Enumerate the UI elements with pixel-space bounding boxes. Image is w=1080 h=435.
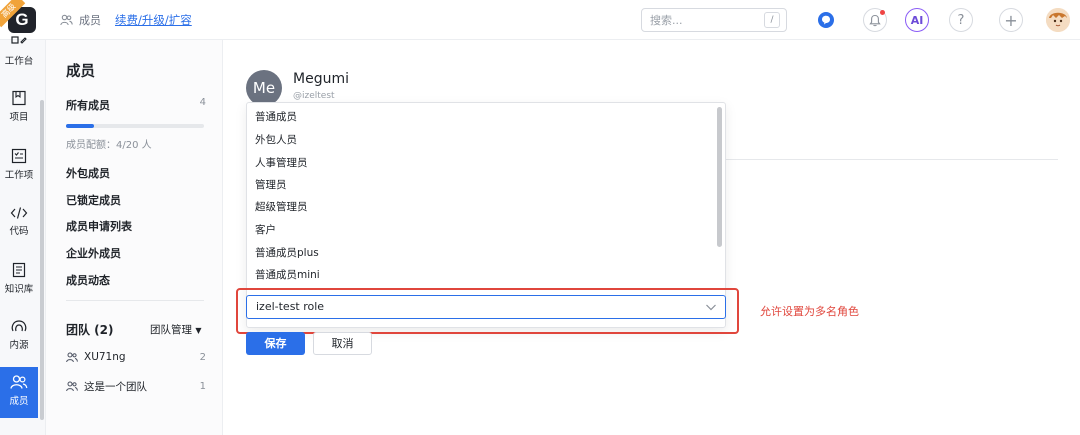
sidebar-item-locked[interactable]: 已锁定成员 [66, 192, 206, 208]
members-icon [60, 14, 73, 26]
team-icon [66, 352, 78, 362]
member-count: 4 [199, 97, 206, 108]
team-manage-label: 团队管理 [150, 324, 192, 336]
rail-item-workbench[interactable]: 工作台 [0, 36, 38, 67]
members-icon [10, 375, 28, 389]
notification-dot [880, 10, 885, 15]
help-icon[interactable]: ? [949, 8, 973, 32]
save-button[interactable]: 保存 [246, 332, 305, 355]
chat-icon[interactable] [814, 8, 838, 32]
innersource-icon [11, 320, 27, 332]
breadcrumb-current: 成员 [79, 14, 101, 27]
sidebar-item-label: 所有成员 [66, 99, 110, 112]
rail-label: 工作台 [4, 56, 34, 67]
team-item[interactable]: XU71ng 2 [66, 351, 206, 363]
team-item[interactable]: 这是一个团队 1 [66, 379, 206, 394]
user-avatar[interactable] [1046, 8, 1070, 32]
sidebar-item-external[interactable]: 企业外成员 [66, 245, 206, 261]
rail-label: 代码 [9, 226, 29, 237]
team-section-title: 团队 (2) [66, 323, 114, 337]
ai-assistant-button[interactable]: AI [905, 8, 929, 32]
search-input[interactable]: 搜索... / [641, 8, 787, 32]
add-icon[interactable]: + [999, 8, 1023, 32]
sidebar-item-outsourced[interactable]: 外包成员 [66, 165, 206, 181]
sidebar-item-all-members[interactable]: 所有成员 4 [66, 97, 206, 113]
member-detail-panel: Me Megumi @izeltest 普通成员 外包人员 人事管理员 管理员 … [224, 40, 1080, 435]
quota-progress-bar [66, 124, 204, 128]
team-name: 这是一个团队 [84, 381, 147, 393]
rail-label: 项目 [9, 112, 29, 123]
rail-label: 成员 [9, 396, 29, 407]
breadcrumb: 成员 续费/升级/扩容 [60, 11, 192, 29]
role-option[interactable]: 客户 [255, 222, 276, 237]
member-username: @izeltest [293, 91, 335, 101]
dropdown-scrollbar[interactable] [717, 107, 722, 247]
top-bar: G 高级 成员 续费/升级/扩容 搜索... / AI ? + [0, 0, 1080, 40]
annotation-text: 允许设置为多名角色 [760, 305, 859, 318]
team-icon [66, 381, 78, 392]
rail-item-workitem[interactable]: 工作项 [0, 148, 38, 181]
role-select-value: izel-test role [256, 300, 325, 313]
quota-text: 成员配额：4/20 人 [66, 140, 152, 151]
workitem-icon [11, 148, 27, 164]
app-rail: 工作台 项目 工作项 代码 知识库 内源 成员 [0, 36, 46, 435]
knowledge-icon [12, 262, 26, 278]
role-select[interactable]: izel-test role [246, 295, 726, 319]
notification-bell-icon[interactable] [863, 8, 887, 32]
upgrade-link[interactable]: 续费/升级/扩容 [115, 12, 192, 28]
code-icon [10, 207, 28, 219]
rail-scrollbar[interactable] [40, 100, 44, 420]
sidebar-item-applications[interactable]: 成员申请列表 [66, 218, 206, 234]
rail-label: 知识库 [4, 284, 34, 295]
rail-item-innersource[interactable]: 内源 [0, 318, 38, 351]
project-icon [12, 90, 26, 106]
role-option[interactable]: 外包人员 [255, 132, 297, 147]
role-option[interactable]: 管理员 [255, 177, 287, 192]
workbench-icon [11, 36, 27, 44]
rail-item-knowledge[interactable]: 知识库 [0, 262, 38, 295]
role-option[interactable]: 超级管理员 [255, 199, 308, 214]
role-option[interactable]: 普通成员mini [255, 267, 320, 282]
quota-progress-fill [66, 124, 94, 128]
member-avatar: Me [246, 70, 282, 106]
team-name: XU71ng [84, 351, 126, 363]
search-placeholder: 搜索... [650, 14, 683, 27]
chevron-down-icon [706, 304, 716, 311]
team-manage-dropdown[interactable]: 团队管理 ▼ [150, 322, 202, 337]
app-logo[interactable]: G 高级 [0, 0, 44, 40]
rail-label: 工作项 [4, 170, 34, 181]
rail-item-project[interactable]: 项目 [0, 90, 38, 123]
member-name: Megumi [293, 71, 349, 87]
team-count: 1 [199, 381, 206, 392]
team-count: 2 [199, 351, 206, 363]
role-option[interactable]: 人事管理员 [255, 155, 308, 170]
rail-item-members[interactable]: 成员 [0, 367, 38, 418]
search-shortcut-key: / [764, 12, 780, 28]
role-option[interactable]: 普通成员plus [255, 245, 319, 260]
role-option[interactable]: 普通成员 [255, 109, 297, 124]
rail-item-code[interactable]: 代码 [0, 206, 38, 237]
cancel-button[interactable]: 取消 [313, 332, 372, 355]
caret-down-icon: ▼ [195, 326, 202, 335]
rail-label: 内源 [9, 340, 29, 351]
members-sidebar: 成员 所有成员 4 成员配额：4/20 人 外包成员 已锁定成员 成员申请列表 … [46, 40, 223, 435]
sidebar-divider [66, 300, 204, 301]
sidebar-title: 成员 [66, 64, 95, 80]
sidebar-item-activity[interactable]: 成员动态 [66, 272, 206, 288]
